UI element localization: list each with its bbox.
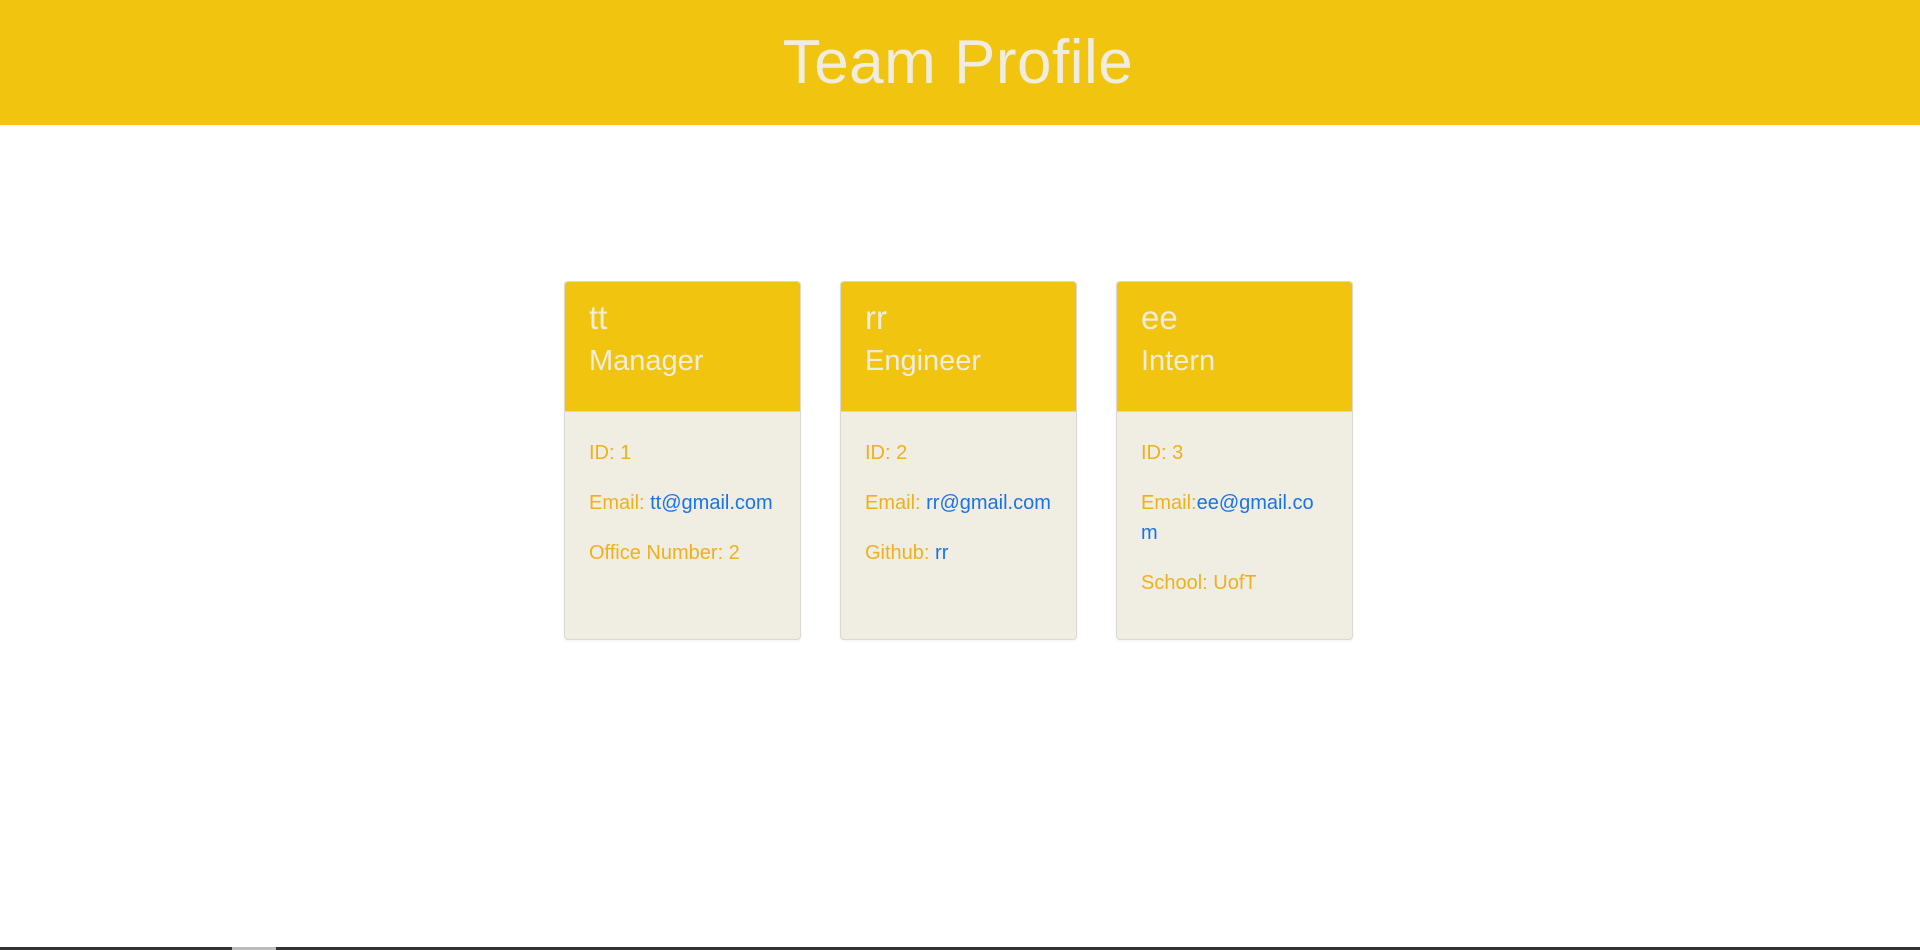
email-link[interactable]: tt@gmail.com: [650, 492, 773, 514]
page-header: Team Profile: [0, 0, 1920, 125]
card-body: ID: 3 Email:ee@gmail.com School: UofT: [1117, 412, 1352, 598]
card-header: rr Engineer: [841, 282, 1076, 412]
employee-email-row: Email: tt@gmail.com: [589, 488, 776, 518]
employee-name: ee: [1141, 299, 1178, 336]
email-label: Email:: [1141, 492, 1197, 514]
employee-email-row: Email:ee@gmail.com: [1141, 488, 1328, 548]
email-link[interactable]: rr@gmail.com: [926, 492, 1051, 514]
card-header: tt Manager: [565, 282, 800, 412]
card-header: ee Intern: [1117, 282, 1352, 412]
employee-email-row: Email: rr@gmail.com: [865, 488, 1052, 518]
school: School: UofT: [1141, 572, 1257, 594]
employee-name: rr: [865, 299, 887, 336]
employee-name: tt: [589, 299, 608, 336]
employee-id: ID: 1: [589, 442, 632, 464]
github-label: Github:: [865, 542, 936, 564]
employee-role: Manager: [589, 344, 704, 377]
employee-id: ID: 3: [1141, 442, 1184, 464]
email-label: Email:: [865, 492, 927, 514]
employee-id: ID: 2: [865, 442, 908, 464]
email-label: Email:: [589, 492, 651, 514]
employee-card-manager: tt Manager ID: 1 Email: tt@gmail.com Off…: [564, 281, 801, 640]
office-number: Office Number: 2: [589, 542, 740, 564]
github-link[interactable]: rr: [935, 542, 948, 564]
employee-card-intern: ee Intern ID: 3 Email:ee@gmail.com Schoo…: [1116, 281, 1353, 640]
employee-role: Intern: [1141, 344, 1216, 377]
page-title: Team Profile: [782, 28, 1134, 97]
team-cards: tt Manager ID: 1 Email: tt@gmail.com Off…: [564, 281, 1353, 640]
card-body: ID: 1 Email: tt@gmail.com Office Number:…: [565, 412, 800, 568]
employee-role: Engineer: [865, 344, 982, 377]
card-body: ID: 2 Email: rr@gmail.com Github: rr: [841, 412, 1076, 568]
github-row: Github: rr: [865, 538, 1052, 568]
employee-card-engineer: rr Engineer ID: 2 Email: rr@gmail.com Gi…: [840, 281, 1077, 640]
